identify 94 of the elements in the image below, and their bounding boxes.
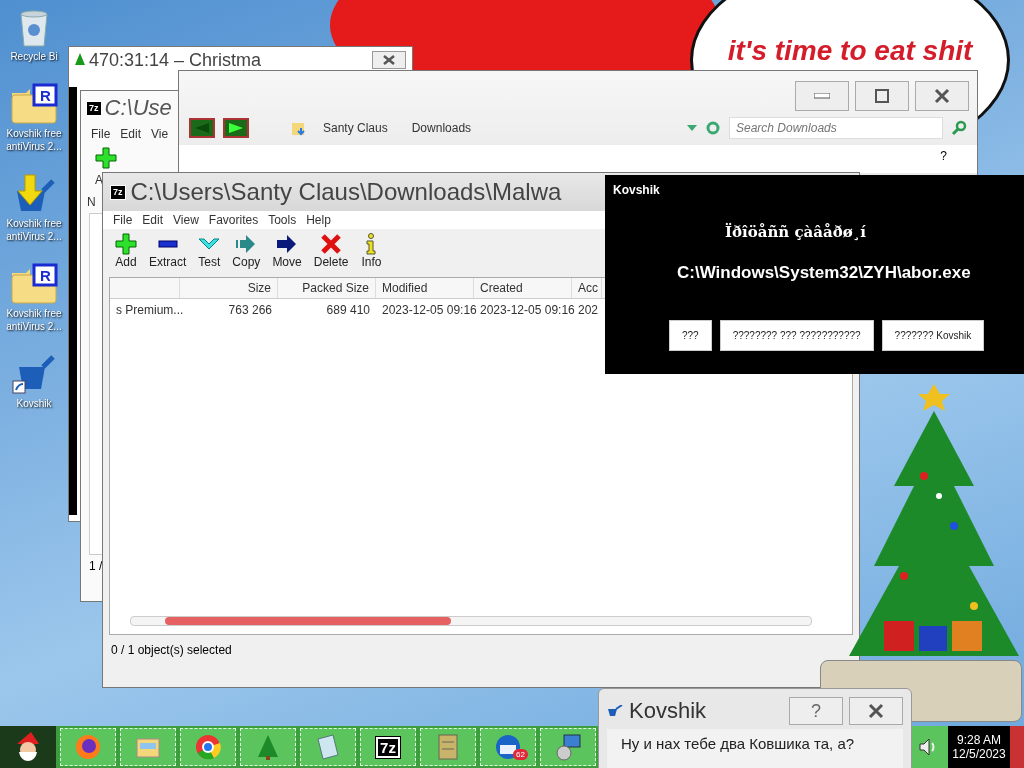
status-text: 0 / 1 object(s) selected [110,642,233,659]
taskbar-button[interactable] [60,728,116,766]
column-header[interactable]: N [87,195,96,209]
banner-text: it's time to eat shit [727,35,973,68]
toolbar-button[interactable]: Test [194,233,225,269]
arrow-icon [276,233,299,255]
dialog-button[interactable]: ???????? ??? ??????????? [719,320,874,351]
toolbar-button[interactable]: Extract [145,233,191,269]
taskbar-button[interactable] [540,728,596,766]
table-cell-text: 2023-12-05 09:16 [381,302,474,319]
forward-arrow-icon [229,123,243,133]
column-header[interactable]: Packed Size [278,278,376,298]
refresh-icon[interactable] [705,120,721,136]
breadcrumb[interactable]: Downloads [403,121,480,135]
start-button[interactable] [0,726,56,768]
taskbar-button[interactable] [180,728,236,766]
dialog-message: Ну и нах тебе два Ковшика та, а? [621,735,855,752]
help-button[interactable]: ? [789,697,843,725]
ladle-icon [607,705,623,717]
tree-icon [257,733,279,761]
forward-button[interactable] [223,118,249,138]
toolbar-button[interactable]: Delete [309,233,353,269]
window-title: C:\Use [104,95,172,121]
close-button[interactable] [372,51,406,69]
menu-item[interactable]: Help [306,213,331,227]
toolbar-button[interactable]: Add [111,233,141,269]
toolbar-label[interactable]: A [95,173,103,187]
back-arrow-icon [195,123,209,133]
folder-icon [291,120,307,136]
search-icon[interactable] [951,120,967,136]
column-header[interactable]: Acc [572,278,602,298]
app-icon: 7z [87,101,101,115]
maximize-button[interactable] [855,81,909,111]
app-icon: 7z [376,736,400,758]
toolbar-button[interactable]: Move [268,233,306,269]
close-icon [868,703,884,719]
menu-item[interactable]: File [113,213,133,227]
menu-item[interactable]: Tools [268,213,297,227]
browser-icon [194,733,222,761]
ladle-icon[interactable] [11,353,57,395]
menu-item[interactable]: Vie [151,127,169,141]
window-title: 470:31:14 – Christma [89,49,262,71]
menu-item[interactable]: File [91,127,111,141]
computer-disc-icon [554,733,582,761]
taskbar-clock[interactable]: 9:28 AM 12/5/2023 [948,726,1010,768]
cabinet-icon [436,733,460,761]
notepad-icon [315,733,341,761]
menu-item[interactable]: Edit [120,127,142,141]
minimize-button[interactable] [795,81,849,111]
column-header[interactable]: Modified [376,278,474,298]
notification-badge: 62 [513,749,528,760]
app-icon: 7z [111,185,125,199]
menu-item[interactable]: Favorites [208,213,259,227]
scrollbar[interactable] [130,616,812,626]
arrow-icon [235,233,258,255]
window-title: C:\Users\Santy Claus\Downloads\Malwa [130,178,562,206]
taskbar-button[interactable]: 7z [360,728,416,766]
plus-icon[interactable] [95,147,117,169]
dropdown-icon[interactable] [687,125,697,131]
taskbar-button[interactable] [240,728,296,766]
table-cell-text: 202 [577,302,600,319]
dialog-title: Kovshik [613,183,660,197]
menu-item[interactable]: View [173,213,199,227]
toolbar-button[interactable]: Copy [228,233,265,269]
status-text: 1 / [88,558,104,575]
table-cell-text: 2023-12-05 09:16 [479,302,572,319]
close-icon [934,88,950,104]
close-button[interactable] [849,697,903,725]
dialog-button[interactable]: ??? [669,320,712,351]
taskbar-button[interactable] [420,728,476,766]
close-button[interactable] [915,81,969,111]
menu-item[interactable]: Edit [142,213,164,227]
file-path: C:\Windows\System32\ZYH\abor.exe [677,263,971,283]
taskbar-button[interactable] [300,728,356,766]
recycle-bin-icon[interactable] [17,8,51,48]
search-field[interactable]: Search Downloads [729,117,943,139]
table-cell-text: 689 410 [325,302,371,319]
tree-icon [75,53,85,67]
column-header[interactable]: Size [180,278,278,298]
breadcrumb[interactable]: Santy Claus [315,121,396,135]
delete-icon [320,233,343,255]
plus-icon [115,233,137,255]
dialog-message: Ïðîöåññ çàâåðø¸í [725,223,866,241]
dialog-button[interactable]: ??????? Kovshik [881,320,985,351]
minimize-icon [814,93,830,99]
toolbar-button[interactable]: Info [356,233,387,269]
scroll-thumb[interactable] [165,617,451,625]
taskbar-button[interactable]: 62 [480,728,536,766]
close-icon [382,55,396,65]
maximize-icon [875,89,889,103]
dialog-title: Kovshik [629,698,707,724]
help-button[interactable]: ? [940,149,947,169]
column-header[interactable]: Created [474,278,572,298]
globe-icon [74,733,102,761]
